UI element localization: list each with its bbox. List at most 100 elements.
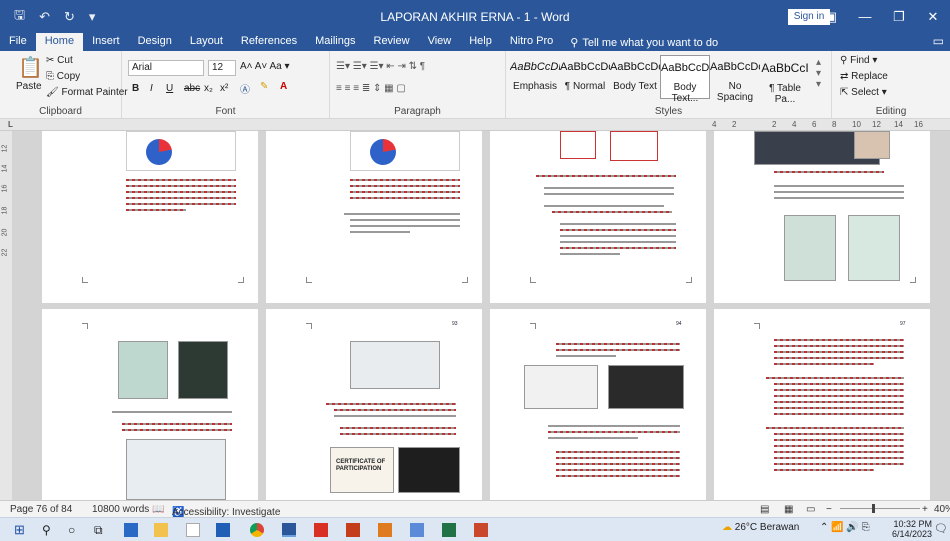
horizontal-ruler[interactable]: L 4 2 2 4 6 8 10 12 14 16 (0, 119, 950, 131)
page-count[interactable]: Page 76 of 84 (10, 504, 72, 515)
notifications-icon[interactable]: 🗨 (934, 522, 948, 535)
web-layout-icon[interactable]: ▭ (806, 504, 815, 515)
subscript-button[interactable]: x₂ (204, 83, 213, 94)
clock[interactable]: 10:32 PM 6/14/2023 (892, 519, 932, 539)
proofing-icon[interactable]: 📖 (152, 504, 164, 515)
customize-chevron-icon[interactable]: ▾ (89, 9, 96, 25)
paste-button[interactable]: Paste (16, 81, 42, 92)
undo-icon[interactable]: ↶ (39, 9, 50, 25)
document-canvas[interactable]: 93 CERTIFICATE OF PARTICIPATION 94 97 (12, 131, 950, 500)
tab-mailings[interactable]: Mailings (306, 33, 364, 51)
zoom-slider[interactable] (840, 508, 920, 509)
mail-icon[interactable] (216, 523, 230, 537)
read-mode-icon[interactable]: ▤ (760, 504, 769, 515)
tab-references[interactable]: References (232, 33, 306, 51)
ribbon-display-icon[interactable]: ▣ (814, 0, 848, 33)
select-button[interactable]: ⇱ Select ▾ (840, 87, 887, 98)
task-view-icon[interactable]: ⧉ (94, 523, 108, 537)
word-icon[interactable] (282, 523, 296, 537)
style-normal[interactable]: AaBbCcDc ¶ Normal (560, 55, 610, 99)
superscript-button[interactable]: x² (220, 83, 228, 94)
cortana-icon[interactable]: ○ (68, 523, 82, 537)
certificate-title: CERTIFICATE OF PARTICIPATION (336, 459, 386, 472)
comments-icon[interactable]: ▭ (933, 34, 944, 48)
font-size-box[interactable]: 12 (208, 60, 236, 76)
style-emphasis[interactable]: AaBbCcDı Emphasis (510, 55, 560, 99)
windows-start-icon[interactable]: ⊞ (14, 523, 28, 537)
zoom-level[interactable]: 40% (934, 504, 950, 515)
tab-view[interactable]: View (419, 33, 461, 51)
document-icon[interactable] (186, 523, 200, 537)
replace-button[interactable]: ⇄ Replace (840, 71, 888, 82)
text-line (544, 193, 674, 195)
search-icon[interactable]: ⚲ (42, 523, 56, 537)
style-table-paragraph[interactable]: AaBbCcI ¶ Table Pa... (760, 55, 810, 105)
save-icon[interactable]: 🖫 (14, 6, 25, 28)
highlight-icon[interactable]: ✎ (260, 81, 268, 92)
tab-review[interactable]: Review (365, 33, 419, 51)
style-body-text[interactable]: AaBbCcDc Body Text (610, 55, 660, 99)
file-explorer-icon[interactable] (154, 523, 168, 537)
font-name-box[interactable]: Arial (128, 60, 204, 76)
text-line (556, 349, 680, 351)
document-page[interactable] (490, 131, 706, 303)
find-button[interactable]: ⚲ Find ▾ (840, 55, 877, 66)
style-no-spacing[interactable]: AaBbCcDc No Spacing (710, 55, 760, 103)
strikethrough-button[interactable]: abc (184, 83, 200, 94)
minimize-button[interactable]: — (848, 0, 882, 33)
powerpoint-icon[interactable] (346, 523, 360, 537)
document-page[interactable] (714, 131, 930, 303)
tab-help[interactable]: Help (460, 33, 501, 51)
copy-button[interactable]: ⎘ Copy (46, 71, 80, 82)
text-line (126, 185, 236, 187)
bold-button[interactable]: B (132, 83, 139, 94)
zoom-out-button[interactable]: − (826, 504, 832, 515)
app-icon[interactable] (410, 523, 424, 537)
text-effects-icon[interactable]: Ⓐ (240, 81, 250, 96)
maximize-button[interactable]: ❐ (882, 0, 916, 33)
tab-home[interactable]: Home (35, 33, 84, 51)
grow-shrink-font-buttons[interactable]: A˄ A˅ Aa ▾ (240, 61, 290, 72)
tell-me-box[interactable]: ⚲ Tell me what you want to do (570, 35, 718, 51)
underline-button[interactable]: U (166, 83, 173, 94)
close-button[interactable]: ✕ (916, 0, 950, 33)
cut-button[interactable]: ✂ Cut (46, 55, 73, 66)
tab-insert[interactable]: Insert (83, 33, 129, 51)
ruler-tab-selector[interactable]: L (8, 120, 13, 129)
list-buttons-icon[interactable]: ☰▾ ☰▾ ☰▾ ⇤ ⇥ ⇅ ¶ (336, 61, 425, 72)
redo-icon[interactable]: ↻ (64, 9, 75, 25)
format-painter-button[interactable]: 🖌 Format Painter (46, 87, 128, 98)
ruler-tick: 18 (1, 206, 9, 215)
style-body-text-2[interactable]: AaBbCcDcBody Text... (660, 55, 710, 104)
tab-layout[interactable]: Layout (181, 33, 232, 51)
pdf-reader-icon[interactable] (314, 523, 328, 537)
document-page[interactable] (266, 131, 482, 303)
page-corner-mark (306, 323, 312, 329)
print-layout-icon[interactable]: ▦ (784, 504, 793, 515)
document-page[interactable]: 93 CERTIFICATE OF PARTICIPATION (266, 309, 482, 500)
text-line (126, 209, 186, 211)
document-page[interactable] (42, 309, 258, 500)
system-tray-icons[interactable]: ⌃ 📶 🔊 ⎘ (820, 522, 870, 533)
alignment-buttons-icon[interactable]: ≡ ≡ ≡ ≣ ⇕ ▦ ▢ (336, 83, 406, 94)
zoom-in-button[interactable]: + (922, 504, 928, 515)
tab-file[interactable]: File (0, 33, 36, 51)
font-color-icon[interactable]: A (280, 81, 287, 92)
styles-scroll-icon[interactable]: ▴ ▾ ▾ (816, 57, 821, 90)
word-count[interactable]: 10800 words (92, 504, 149, 515)
excel-icon[interactable] (442, 523, 456, 537)
zoom-slider-thumb[interactable] (872, 504, 875, 513)
tab-nitro-pro[interactable]: Nitro Pro (501, 33, 562, 51)
app-icon[interactable] (474, 523, 488, 537)
italic-button[interactable]: I (150, 83, 153, 94)
document-page[interactable]: 94 (490, 309, 706, 500)
tab-design[interactable]: Design (129, 33, 181, 51)
text-line (350, 225, 460, 227)
store-icon[interactable] (124, 523, 138, 537)
document-page[interactable] (42, 131, 258, 303)
vertical-ruler[interactable]: 12 14 16 18 20 22 (0, 131, 12, 500)
app-icon[interactable] (378, 523, 392, 537)
document-page[interactable]: 97 (714, 309, 930, 500)
chrome-icon[interactable] (250, 523, 264, 537)
weather-widget[interactable]: ☁ 26°C Berawan (722, 522, 799, 533)
